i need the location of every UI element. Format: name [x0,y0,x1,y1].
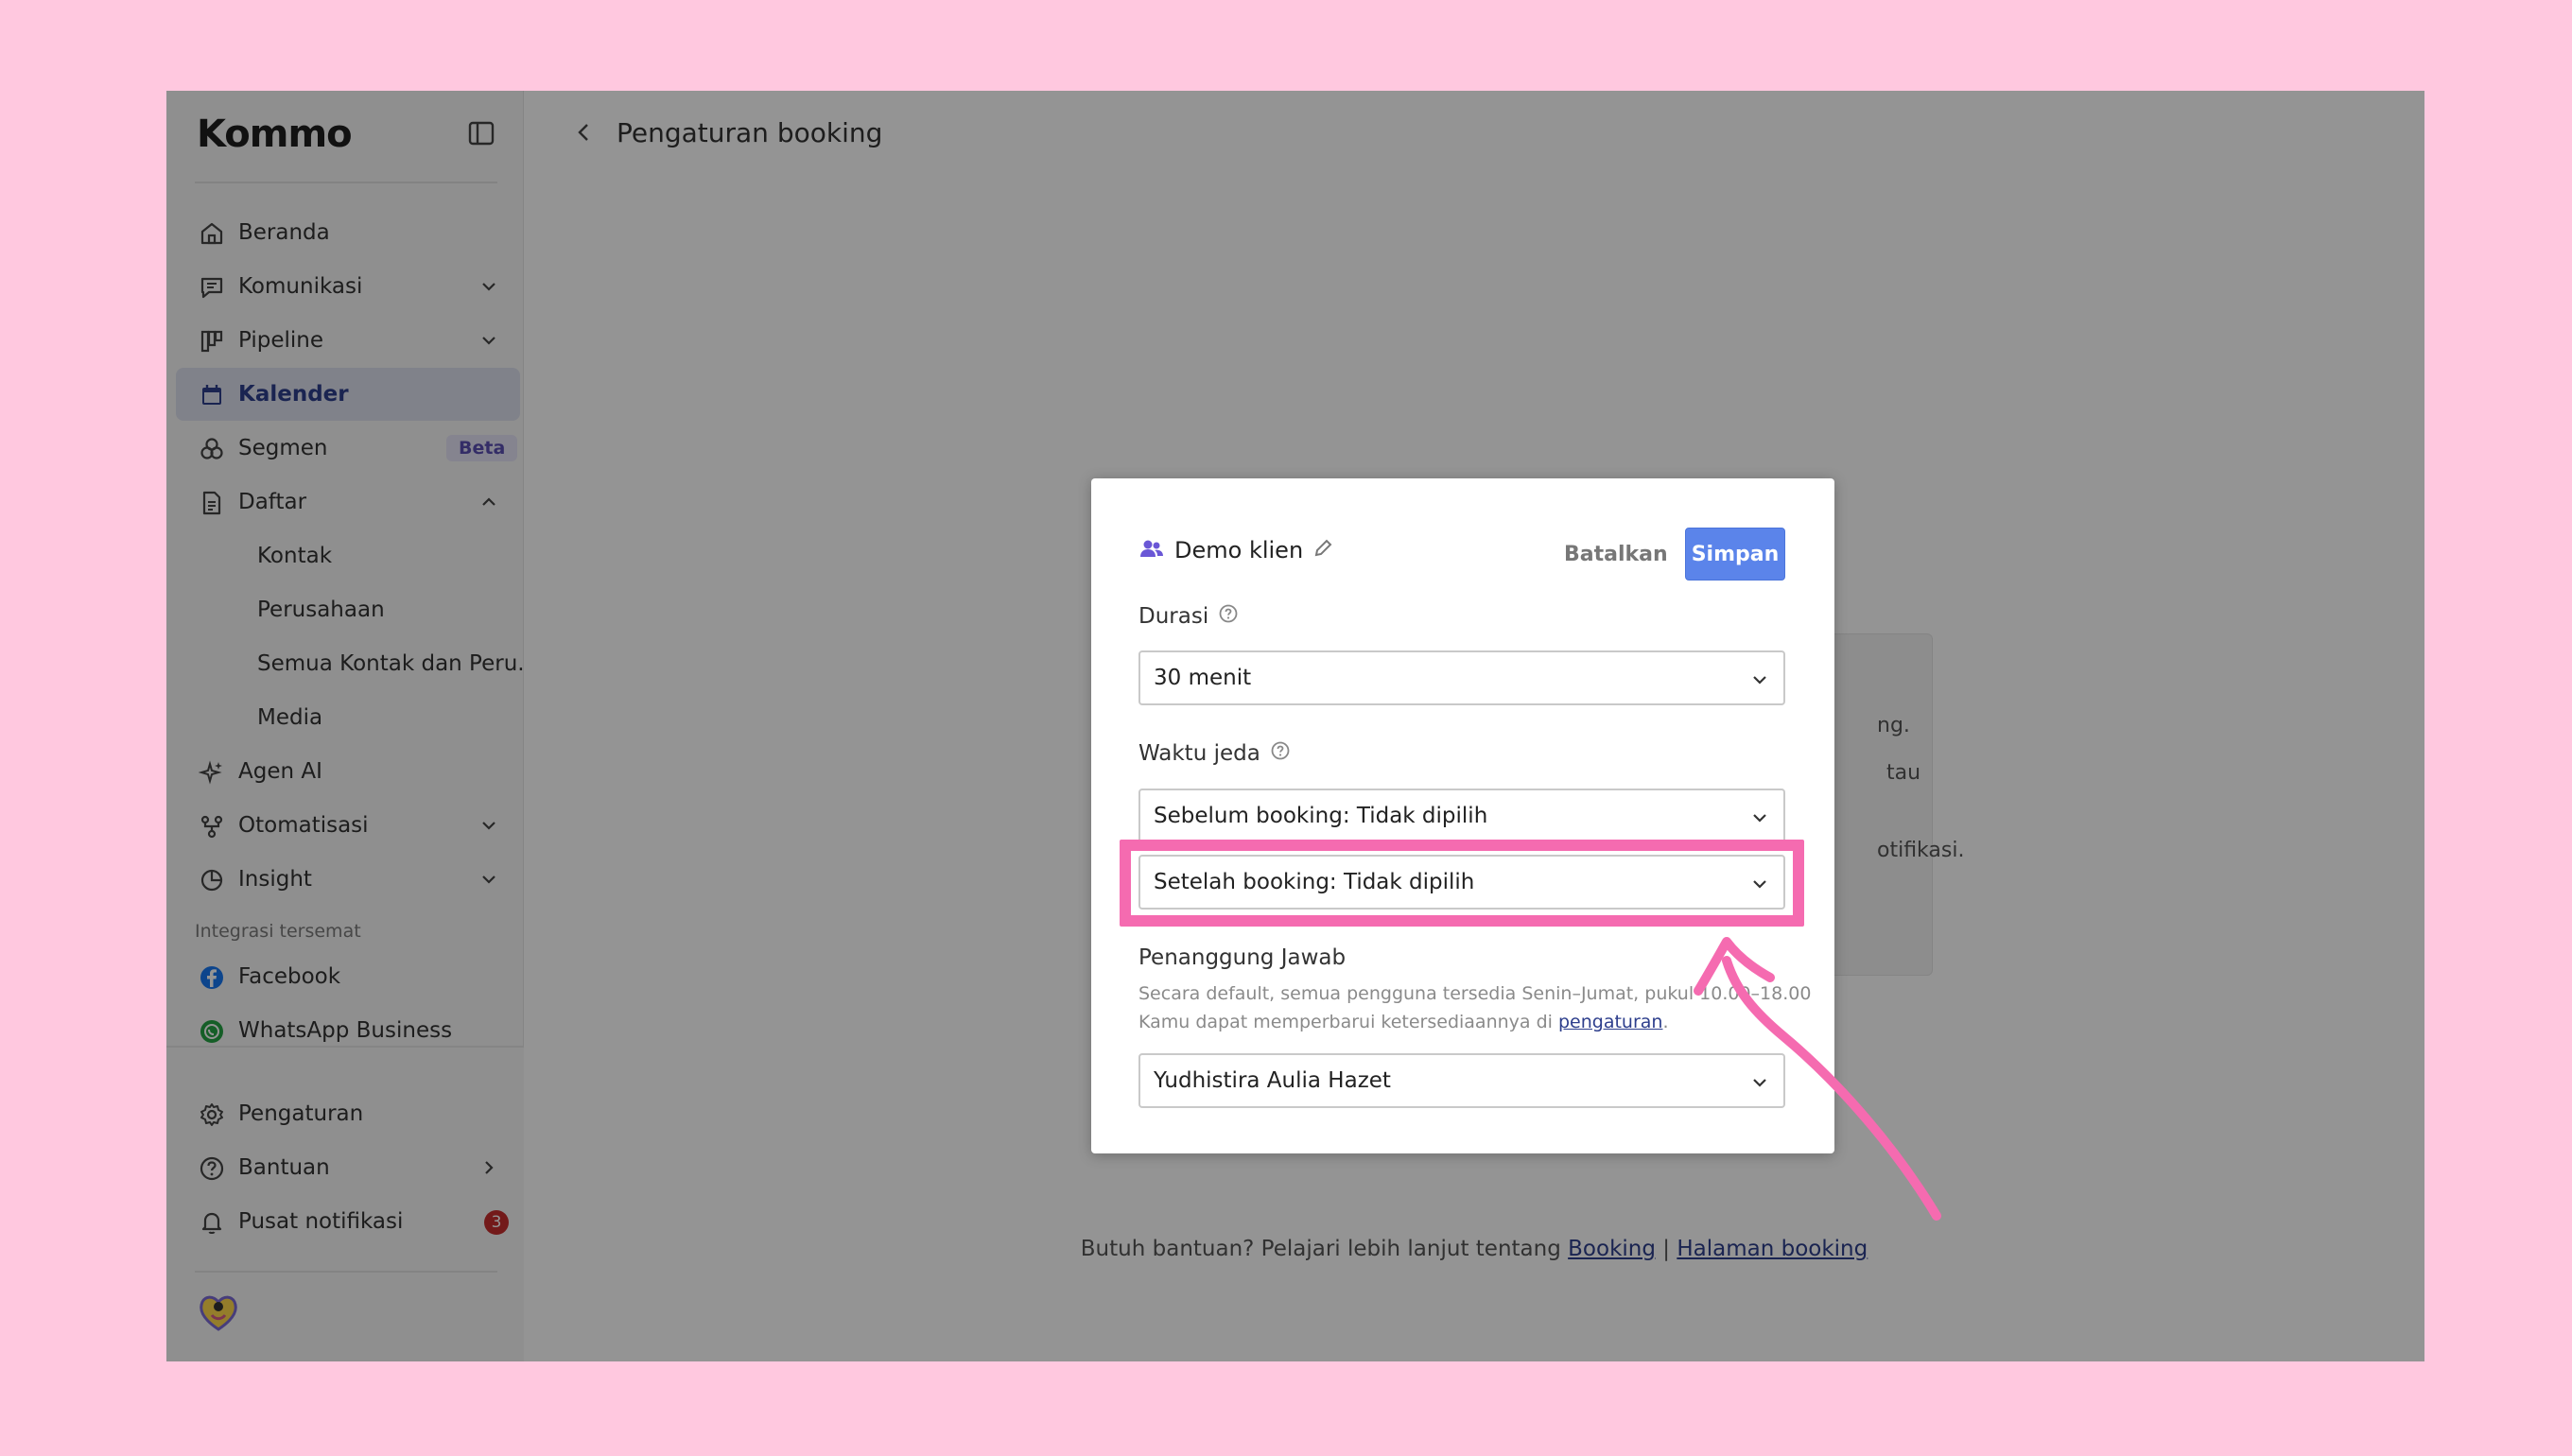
annotation-arrow [1694,937,1941,1221]
pencil-icon[interactable] [1312,538,1333,563]
settings-link[interactable]: pengaturan [1558,1012,1662,1032]
owner-hint-line2: Kamu dapat memperbarui ketersediaannya d… [1138,1012,1669,1032]
users-icon [1138,535,1165,565]
chevron-down-icon [1749,669,1770,690]
highlight-box [1120,840,1804,927]
save-button[interactable]: Simpan [1685,528,1785,581]
help-icon[interactable] [1270,740,1291,767]
cancel-button[interactable]: Batalkan [1543,528,1689,581]
buffer-before-select[interactable]: Sebelum booking: Tidak dipilih [1138,789,1785,843]
duration-label: Durasi [1138,603,1239,630]
help-icon[interactable] [1218,603,1239,630]
duration-select[interactable]: 30 menit [1138,650,1785,705]
modal-title: Demo klien [1138,535,1333,565]
app-window: Kommo Beranda Komunikasi Pipeline Kalend… [166,91,2424,1361]
buffer-time-label: Waktu jeda [1138,740,1291,767]
owner-label: Penanggung Jawab [1138,945,1347,970]
chevron-down-icon [1749,807,1770,828]
